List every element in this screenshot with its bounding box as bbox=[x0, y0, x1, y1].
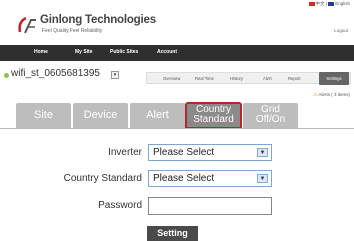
country-select-value: Please Select bbox=[153, 173, 215, 184]
subtab-settings[interactable]: Settings bbox=[319, 72, 349, 85]
brand-name: Ginlong Technologies bbox=[40, 14, 156, 26]
main-nav: Home My Site Public Sites Account bbox=[0, 45, 354, 61]
tab-divider bbox=[0, 128, 354, 129]
password-label: Password bbox=[98, 200, 142, 211]
tab-country-standard[interactable]: Country Standard bbox=[185, 102, 242, 129]
inverter-label: Inverter bbox=[108, 147, 142, 158]
tab-grid-off-on[interactable]: Grid Off/On bbox=[243, 103, 298, 128]
tab-alert[interactable]: Alert bbox=[130, 103, 185, 128]
subtab-overview[interactable]: Overview bbox=[163, 76, 180, 81]
logout-link[interactable]: Logout bbox=[334, 28, 348, 33]
subtab-alert[interactable]: Alert bbox=[263, 76, 272, 81]
tab-site[interactable]: Site bbox=[16, 103, 71, 128]
country-standard-label: Country Standard bbox=[63, 173, 142, 184]
online-status-icon bbox=[4, 73, 9, 78]
subtab-report[interactable]: Report bbox=[288, 76, 301, 81]
country-standard-select[interactable]: Please Select ▼ bbox=[148, 170, 272, 187]
lang-chinese-link[interactable]: 中文 bbox=[316, 1, 325, 6]
tab-country-line2: Standard bbox=[193, 114, 234, 125]
subtab-real-time[interactable]: Real Time bbox=[195, 76, 214, 81]
china-flag-icon bbox=[308, 1, 315, 6]
brand-tagline: Feel Quality,Feel Reliability bbox=[42, 28, 103, 34]
lang-separator: | bbox=[325, 1, 327, 6]
device-dropdown-icon[interactable]: ▾ bbox=[111, 71, 119, 79]
subtab-history[interactable]: History bbox=[230, 76, 243, 81]
chevron-down-icon: ▼ bbox=[257, 174, 268, 183]
lang-english-link[interactable]: English bbox=[335, 1, 350, 6]
alerts-indicator[interactable]: ⚠ Alerts ( 3 items) bbox=[313, 92, 350, 98]
nav-item-account[interactable]: Account bbox=[157, 49, 177, 55]
chevron-down-icon: ▼ bbox=[257, 148, 268, 157]
warning-icon: ⚠ bbox=[312, 92, 318, 98]
ginlong-logo-icon bbox=[18, 16, 36, 34]
uk-flag-icon bbox=[328, 1, 335, 6]
nav-item-my-site[interactable]: My Site bbox=[75, 49, 93, 55]
language-switcher: 中文 | English bbox=[308, 1, 350, 7]
setting-button[interactable]: Setting bbox=[147, 226, 198, 241]
password-field[interactable] bbox=[148, 197, 272, 215]
device-name: wifi_st_0605681395 bbox=[11, 68, 100, 79]
nav-item-public-sites[interactable]: Public Sites bbox=[110, 49, 138, 55]
tab-device[interactable]: Device bbox=[73, 103, 128, 128]
sub-nav: Overview Real Time History Alert Report … bbox=[146, 72, 351, 85]
nav-item-home[interactable]: Home bbox=[34, 49, 48, 55]
tab-grid-line2: Off/On bbox=[255, 114, 286, 125]
inverter-select-value: Please Select bbox=[153, 147, 215, 158]
alerts-text: Alerts ( 3 items) bbox=[318, 92, 350, 97]
header: Ginlong Technologies Feel Quality,Feel R… bbox=[0, 0, 354, 38]
inverter-select[interactable]: Please Select ▼ bbox=[148, 144, 272, 161]
